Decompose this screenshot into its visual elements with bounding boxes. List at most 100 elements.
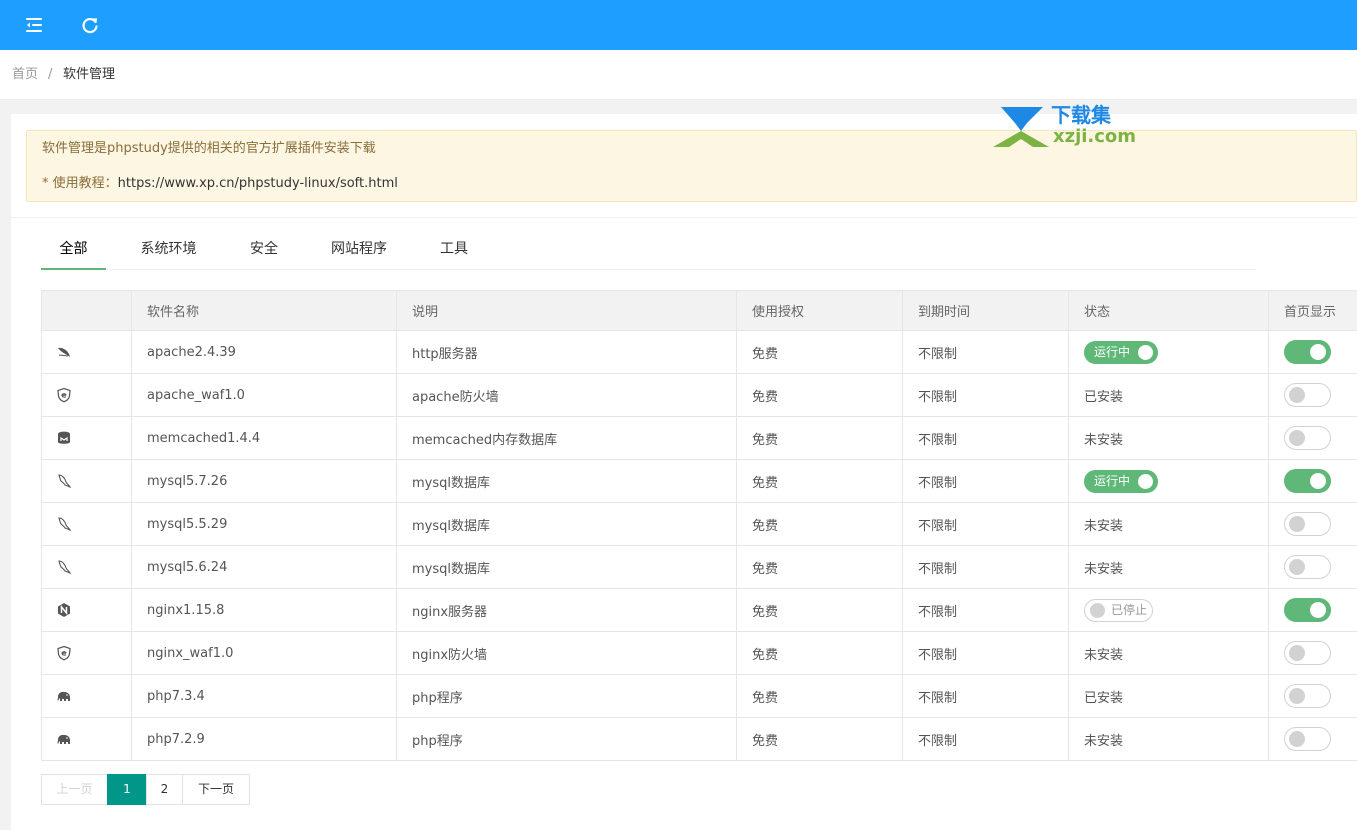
software-description: http服务器 — [397, 331, 737, 373]
home-display-toggle[interactable] — [1284, 383, 1331, 407]
row-icon-cell — [42, 675, 132, 717]
mysql-dolphin-icon — [56, 473, 72, 489]
table-row: mysql5.6.24 mysql数据库 免费 不限制 未安装 — [42, 546, 1357, 589]
tab-security[interactable]: 安全 — [243, 228, 285, 270]
status-toggle-label: 已停止 — [1111, 602, 1148, 617]
section-divider — [11, 217, 1357, 218]
row-icon-cell — [42, 374, 132, 416]
software-expiry: 不限制 — [903, 417, 1069, 459]
software-description: nginx防火墙 — [397, 632, 737, 674]
header-license: 使用授权 — [737, 291, 903, 330]
software-name: mysql5.7.26 — [132, 460, 397, 502]
software-expiry: 不限制 — [903, 546, 1069, 588]
software-license: 免费 — [737, 460, 903, 502]
home-display-toggle[interactable] — [1284, 512, 1331, 536]
prev-page-button[interactable]: 上一页 — [41, 774, 108, 805]
status-cell: 运行中 — [1069, 460, 1269, 502]
header-expiry: 到期时间 — [903, 291, 1069, 330]
software-description: php程序 — [397, 675, 737, 717]
software-license: 免费 — [737, 503, 903, 545]
info-notice: 软件管理是phpstudy提供的相关的官方扩展插件安装下载 * 使用教程：htt… — [26, 130, 1357, 202]
home-display-toggle[interactable] — [1284, 641, 1331, 665]
tab-tools[interactable]: 工具 — [433, 228, 475, 270]
status-cell: 已停止 — [1069, 589, 1269, 631]
waf-shield-icon — [56, 645, 72, 661]
notice-description: 软件管理是phpstudy提供的相关的官方扩展插件安装下载 — [42, 141, 376, 156]
home-display-toggle[interactable] — [1284, 469, 1331, 493]
software-license: 免费 — [737, 718, 903, 760]
tab-all[interactable]: 全部 — [41, 228, 106, 270]
toggle-knob — [1289, 645, 1305, 661]
software-name: php7.3.4 — [132, 675, 397, 717]
table-row: mysql5.5.29 mysql数据库 免费 不限制 未安装 — [42, 503, 1357, 546]
breadcrumb: 首页 / 软件管理 — [0, 50, 1357, 100]
tab-website-programs[interactable]: 网站程序 — [325, 228, 393, 270]
home-display-toggle[interactable] — [1284, 598, 1331, 622]
toggle-knob — [1289, 430, 1305, 446]
page-2-button[interactable]: 2 — [146, 774, 183, 805]
status-cell: 已安装 — [1069, 675, 1269, 717]
status-cell: 未安装 — [1069, 417, 1269, 459]
table-body: apache2.4.39 http服务器 免费 不限制 运行中 apache_waf1.0… — [42, 331, 1357, 761]
toggle-knob — [1138, 473, 1153, 489]
software-description: memcached内存数据库 — [397, 417, 737, 459]
row-icon-cell — [42, 632, 132, 674]
status-text: 未安装 — [1084, 733, 1124, 749]
row-icon-cell — [42, 460, 132, 502]
software-license: 免费 — [737, 589, 903, 631]
status-toggle-label: 运行中 — [1094, 473, 1131, 488]
status-toggle[interactable]: 运行中 — [1084, 340, 1158, 364]
toggle-knob — [1289, 731, 1305, 747]
breadcrumb-home-link[interactable]: 首页 — [12, 67, 38, 83]
table-row: apache2.4.39 http服务器 免费 不限制 运行中 — [42, 331, 1357, 374]
toggle-knob — [1310, 473, 1326, 489]
home-display-toggle[interactable] — [1284, 340, 1331, 364]
home-display-cell — [1269, 460, 1357, 502]
status-toggle[interactable]: 运行中 — [1084, 469, 1158, 493]
breadcrumb-separator: / — [48, 67, 53, 82]
row-icon-cell — [42, 417, 132, 459]
home-display-cell — [1269, 675, 1357, 717]
table-row: nginx1.15.8 nginx服务器 免费 不限制 已停止 — [42, 589, 1357, 632]
home-display-toggle[interactable] — [1284, 727, 1331, 751]
status-toggle[interactable]: 已停止 — [1084, 598, 1153, 622]
home-display-toggle[interactable] — [1284, 684, 1331, 708]
status-text: 未安装 — [1084, 432, 1124, 448]
software-name: php7.2.9 — [132, 718, 397, 760]
toggle-knob — [1310, 344, 1326, 360]
status-cell: 未安装 — [1069, 546, 1269, 588]
software-description: mysql数据库 — [397, 503, 737, 545]
home-display-cell — [1269, 632, 1357, 674]
php-elephant-icon — [56, 731, 72, 747]
header-description: 说明 — [397, 291, 737, 330]
toggle-knob — [1090, 602, 1105, 618]
row-icon-cell — [42, 331, 132, 373]
table-row: mysql5.7.26 mysql数据库 免费 不限制 运行中 — [42, 460, 1357, 503]
php-elephant-icon — [56, 688, 72, 704]
next-page-button[interactable]: 下一页 — [182, 774, 250, 805]
row-icon-cell — [42, 589, 132, 631]
status-cell: 运行中 — [1069, 331, 1269, 373]
menu-fold-icon[interactable] — [22, 13, 46, 37]
tutorial-link[interactable]: https://www.xp.cn/phpstudy-linux/soft.ht… — [118, 176, 398, 191]
status-text: 未安装 — [1084, 518, 1124, 534]
software-expiry: 不限制 — [903, 675, 1069, 717]
memcached-icon — [56, 430, 72, 446]
software-expiry: 不限制 — [903, 589, 1069, 631]
home-display-cell — [1269, 589, 1357, 631]
software-license: 免费 — [737, 632, 903, 674]
tab-system-env[interactable]: 系统环境 — [134, 228, 203, 270]
page-1-button[interactable]: 1 — [107, 774, 147, 805]
software-description: php程序 — [397, 718, 737, 760]
refresh-icon[interactable] — [78, 13, 102, 37]
toggle-knob — [1289, 688, 1305, 704]
software-name: apache_waf1.0 — [132, 374, 397, 416]
table-row: php7.3.4 php程序 免费 不限制 已安装 — [42, 675, 1357, 718]
software-expiry: 不限制 — [903, 632, 1069, 674]
home-display-toggle[interactable] — [1284, 426, 1331, 450]
home-display-toggle[interactable] — [1284, 555, 1331, 579]
pagination: 上一页 1 2 下一页 — [41, 774, 250, 805]
mysql-dolphin-icon — [56, 516, 72, 532]
status-text: 已安装 — [1084, 690, 1124, 706]
software-name: nginx1.15.8 — [132, 589, 397, 631]
